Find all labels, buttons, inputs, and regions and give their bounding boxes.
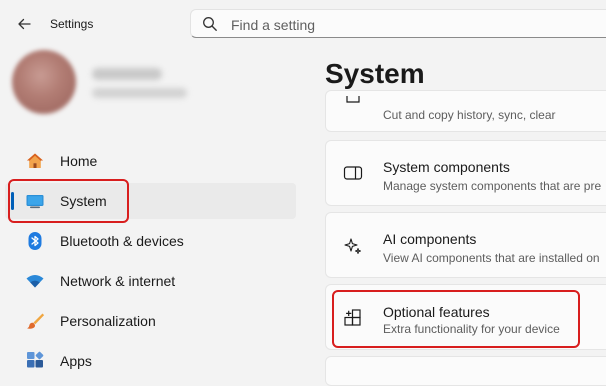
system-components-card[interactable]: System components Manage system componen… (325, 140, 606, 206)
optional-features-card[interactable]: Optional features Extra functionality fo… (325, 284, 606, 350)
card-title: AI components (383, 231, 477, 247)
next-card-partial[interactable] (325, 356, 606, 386)
sidebar-item-network-internet[interactable]: Network & internet (5, 263, 296, 299)
profile-email-blurred (92, 88, 187, 98)
sidebar-item-label: System (60, 193, 107, 209)
sidebar-item-bluetooth-devices[interactable]: Bluetooth & devices (5, 223, 296, 259)
optional-features-icon (344, 309, 361, 326)
card-title: System components (383, 159, 510, 175)
bluetooth-icon (28, 232, 42, 250)
page-title: System (325, 58, 425, 89)
monitor-icon (26, 195, 44, 209)
clipboard-card[interactable]: Cut and copy history, sync, clear (325, 90, 606, 132)
search-icon (203, 17, 217, 31)
sidebar-item-label: Personalization (60, 313, 156, 329)
card-title: Optional features (383, 304, 490, 320)
card-description: Manage system components that are pre (383, 179, 602, 193)
search-input[interactable] (229, 14, 606, 36)
sidebar-item-personalization[interactable]: Personalization (5, 303, 296, 339)
selection-indicator (11, 192, 14, 210)
apps-icon (27, 351, 44, 368)
sidebar-item-label: Apps (60, 353, 92, 369)
home-icon (27, 153, 43, 168)
app-title: Settings (50, 17, 94, 31)
back-button[interactable] (12, 12, 36, 36)
system-components-icon (343, 166, 363, 180)
card-description: Extra functionality for your device (383, 322, 560, 336)
clipboard-icon (346, 96, 360, 103)
card-description: Cut and copy history, sync, clear (383, 108, 556, 122)
sidebar-item-label: Bluetooth & devices (60, 233, 184, 249)
wifi-icon (26, 275, 44, 288)
profile-name-blurred (92, 68, 162, 80)
search-box[interactable] (190, 9, 606, 38)
back-arrow-icon (18, 18, 31, 30)
sidebar-item-home[interactable]: Home (5, 143, 296, 179)
sidebar-item-system[interactable]: System (5, 183, 296, 219)
sidebar-item-apps[interactable]: Apps (5, 343, 296, 379)
sidebar-item-label: Network & internet (60, 273, 176, 289)
sparkle-icon (344, 238, 361, 254)
paintbrush-icon (27, 313, 45, 329)
avatar[interactable] (12, 50, 76, 114)
card-description: View AI components that are installed on (383, 251, 600, 265)
sidebar-item-label: Home (60, 153, 98, 169)
ai-components-card[interactable]: AI components View AI components that ar… (325, 212, 606, 278)
